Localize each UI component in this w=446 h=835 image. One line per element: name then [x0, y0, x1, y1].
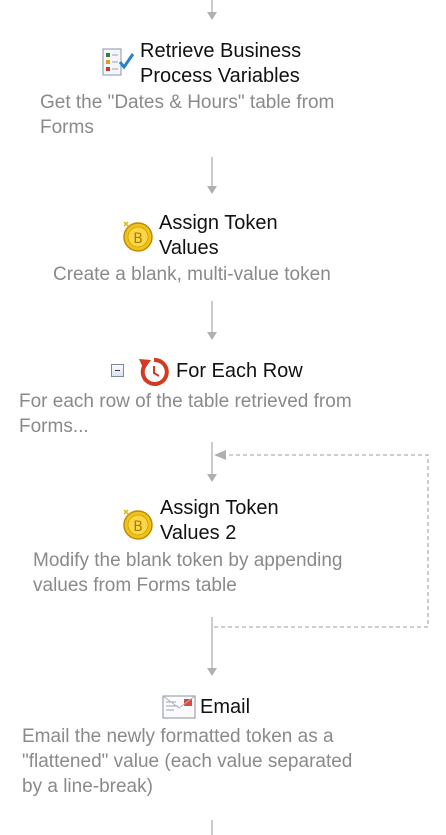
email-icon [162, 695, 196, 719]
step-description: Modify the blank token by appending valu… [33, 550, 343, 596]
connector-arrow-4 [207, 668, 217, 676]
token-coin-icon: B [123, 509, 153, 540]
step-title: Assign Token Values [159, 212, 278, 259]
svg-text:B: B [133, 519, 143, 535]
collapse-minus-icon[interactable] [111, 364, 124, 377]
svg-text:B: B [133, 231, 143, 247]
step-description: For each row of the table retrieved from… [19, 391, 352, 437]
retrieve-variables-icon [102, 48, 134, 76]
step-for-each-row[interactable]: For Each Row For each row of the table r… [0, 356, 446, 440]
step-email[interactable]: Email Email the newly formatted token as… [0, 692, 446, 820]
step-assign-token-values[interactable]: B Assign Token Values Create a blank, mu… [0, 208, 446, 292]
loop-back-arrow [214, 450, 226, 460]
connector-arrow-3 [207, 474, 217, 482]
step-retrieve-business-process-variables[interactable]: Retrieve Business Process Variables Get … [0, 36, 446, 146]
connector-arrow-2 [207, 332, 217, 340]
connector-arrow-1 [207, 186, 217, 194]
step-title: Assign Token Values 2 [160, 497, 279, 544]
step-title: For Each Row [176, 360, 303, 382]
loop-icon [139, 357, 169, 386]
step-description: Create a blank, multi-value token [53, 264, 331, 285]
step-title: Email [200, 696, 251, 718]
step-description: Email the newly formatted token as a "fl… [22, 726, 353, 797]
connector-arrow-top [207, 12, 217, 20]
token-coin-icon: B [123, 221, 153, 252]
step-title: Retrieve Business Process Variables [140, 40, 302, 87]
step-assign-token-values-2[interactable]: B Assign Token Values 2 Modify the blank… [0, 496, 446, 606]
step-description: Get the "Dates & Hours" table from Forms [40, 92, 335, 138]
